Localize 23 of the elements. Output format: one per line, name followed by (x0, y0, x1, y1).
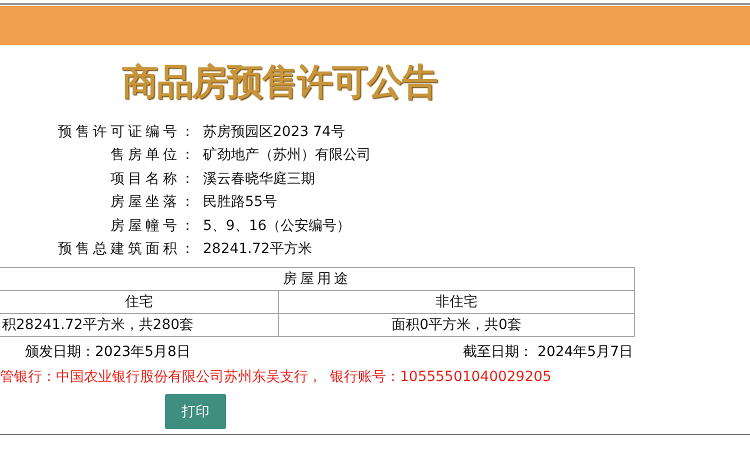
field-value: 溪云春晓华庭三期 (202, 170, 315, 188)
field-value: 苏房预园区2023 74号 (202, 122, 345, 141)
field-value: 矿劲地产（苏州）有限公司 (202, 146, 371, 164)
account-text: 银行账号：10555501040029205 (330, 368, 552, 386)
field-value: 28241.72平方米 (202, 240, 312, 258)
field-label: 项目名称： (110, 170, 198, 188)
column-header: 住宅 (0, 290, 278, 314)
print-button[interactable]: 打印 (165, 394, 226, 429)
expiry-date: 截至日期： 2024年5月7日 (463, 343, 633, 361)
field-label: 售房单位： (110, 146, 198, 164)
field-value: 5、9、16（公安编号） (202, 216, 351, 235)
page-title: 商品房预售许可公告 (122, 60, 437, 105)
table-cell: 积28241.72平方米，共280套 (0, 314, 278, 336)
table-header: 房屋用途 (0, 268, 634, 290)
bank-text: 管银行：中国农业银行股份有限公司苏州东吴支行， (0, 368, 322, 386)
field-value: 民胜路55号 (202, 193, 277, 212)
field-label: 房屋坐落： (110, 193, 198, 212)
issue-date: 颁发日期：2023年5月8日 (25, 343, 190, 361)
field-label: 预售总建筑面积： (57, 240, 198, 258)
table-cell: 面积0平方米，共0套 (278, 314, 634, 336)
field-label: 预售许可证编号： (57, 122, 198, 141)
column-header: 非住宅 (278, 290, 634, 314)
field-label: 房屋幢号： (110, 216, 198, 235)
